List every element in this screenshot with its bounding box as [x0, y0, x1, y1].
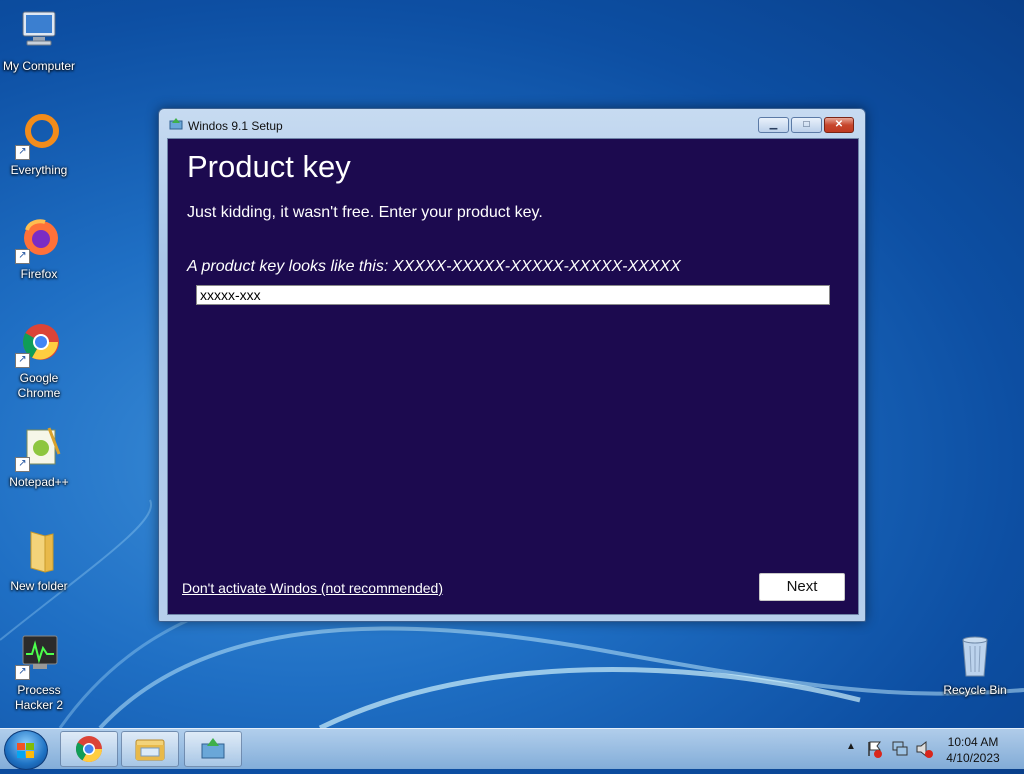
shortcut-arrow-icon: ↗ — [15, 353, 30, 368]
desktop-icon-my-computer[interactable]: My Computer — [0, 8, 78, 74]
taskbar-explorer-button[interactable] — [121, 731, 179, 767]
desktop-icon-label: Everything — [10, 163, 68, 177]
desktop-icon-chrome[interactable]: ↗ Google Chrome — [0, 320, 78, 401]
dont-activate-link[interactable]: Don't activate Windos (not recommended) — [182, 580, 443, 596]
shortcut-arrow-icon: ↗ — [15, 145, 30, 160]
notepad-plus-plus-icon: ↗ — [15, 424, 63, 472]
maximize-button[interactable]: □ — [791, 117, 822, 133]
network-icon[interactable] — [890, 729, 910, 769]
recycle-bin-icon — [951, 632, 999, 680]
shortcut-arrow-icon: ↗ — [15, 249, 30, 264]
shortcut-arrow-icon: ↗ — [15, 665, 30, 680]
taskbar-setup-button[interactable] — [184, 731, 242, 767]
desktop-icon-label: Recycle Bin — [943, 683, 1007, 697]
clock-date: 4/10/2023 — [946, 751, 1000, 765]
setup-app-icon — [169, 118, 183, 130]
minimize-button[interactable]: ▁ — [758, 117, 789, 133]
desktop-icon-label: Process Hacker 2 — [14, 683, 64, 712]
desktop-icon-label: New folder — [10, 579, 68, 593]
desktop-icon-label: Firefox — [20, 267, 58, 281]
action-center-icon[interactable] — [866, 729, 884, 769]
start-button[interactable] — [4, 730, 48, 770]
minimize-icon: ▁ — [769, 119, 778, 130]
desktop-icon-firefox[interactable]: ↗ Firefox — [0, 216, 78, 282]
next-button[interactable]: Next — [759, 573, 845, 601]
close-button[interactable]: ✕ — [824, 117, 854, 133]
desktop-icon-process-hacker[interactable]: ↗ Process Hacker 2 — [0, 632, 78, 713]
system-clock[interactable]: 10:04 AM 4/10/2023 — [938, 734, 1008, 766]
chrome-icon — [75, 736, 103, 763]
close-icon: ✕ — [834, 119, 844, 130]
product-key-input[interactable] — [196, 285, 830, 305]
desktop-icon-notepad-plus-plus[interactable]: ↗ Notepad++ — [0, 424, 78, 490]
everything-icon: ↗ — [15, 112, 63, 160]
desktop-icon-recycle-bin[interactable]: Recycle Bin — [936, 632, 1014, 698]
desktop-icon-label: Notepad++ — [9, 475, 69, 489]
desktop-icon-label: Google Chrome — [17, 371, 61, 400]
product-key-hint: A product key looks like this: XXXXX-XXX… — [187, 258, 681, 275]
setup-content: Product key Just kidding, it wasn't free… — [167, 138, 859, 615]
explorer-icon — [135, 739, 165, 761]
clock-time: 10:04 AM — [947, 735, 999, 749]
desktop-icon-label: My Computer — [2, 59, 76, 73]
folder-icon — [15, 528, 63, 576]
taskbar: ▲ 10:04 AM 4/10/2023 — [0, 728, 1024, 770]
setup-icon — [201, 738, 225, 759]
desktop-icon-new-folder[interactable]: New folder — [0, 528, 78, 594]
page-title: Product key — [187, 149, 351, 184]
computer-icon — [15, 8, 63, 56]
title-bar[interactable]: Windos 9.1 Setup ▁ □ ✕ — [159, 109, 865, 137]
instruction-text: Just kidding, it wasn't free. Enter your… — [187, 204, 543, 221]
volume-muted-icon[interactable] — [914, 729, 934, 769]
desktop-icon-everything[interactable]: ↗ Everything — [0, 112, 78, 178]
taskbar-chrome-button[interactable] — [60, 731, 118, 767]
setup-window: Windos 9.1 Setup ▁ □ ✕ Product key Just … — [158, 108, 866, 622]
maximize-icon: □ — [803, 119, 810, 130]
window-title: Windos 9.1 Setup — [188, 119, 283, 133]
process-hacker-icon: ↗ — [15, 632, 63, 680]
firefox-icon: ↗ — [15, 216, 63, 264]
chrome-icon: ↗ — [15, 320, 63, 368]
windows-logo-icon — [17, 743, 34, 758]
shortcut-arrow-icon: ↗ — [15, 457, 30, 472]
